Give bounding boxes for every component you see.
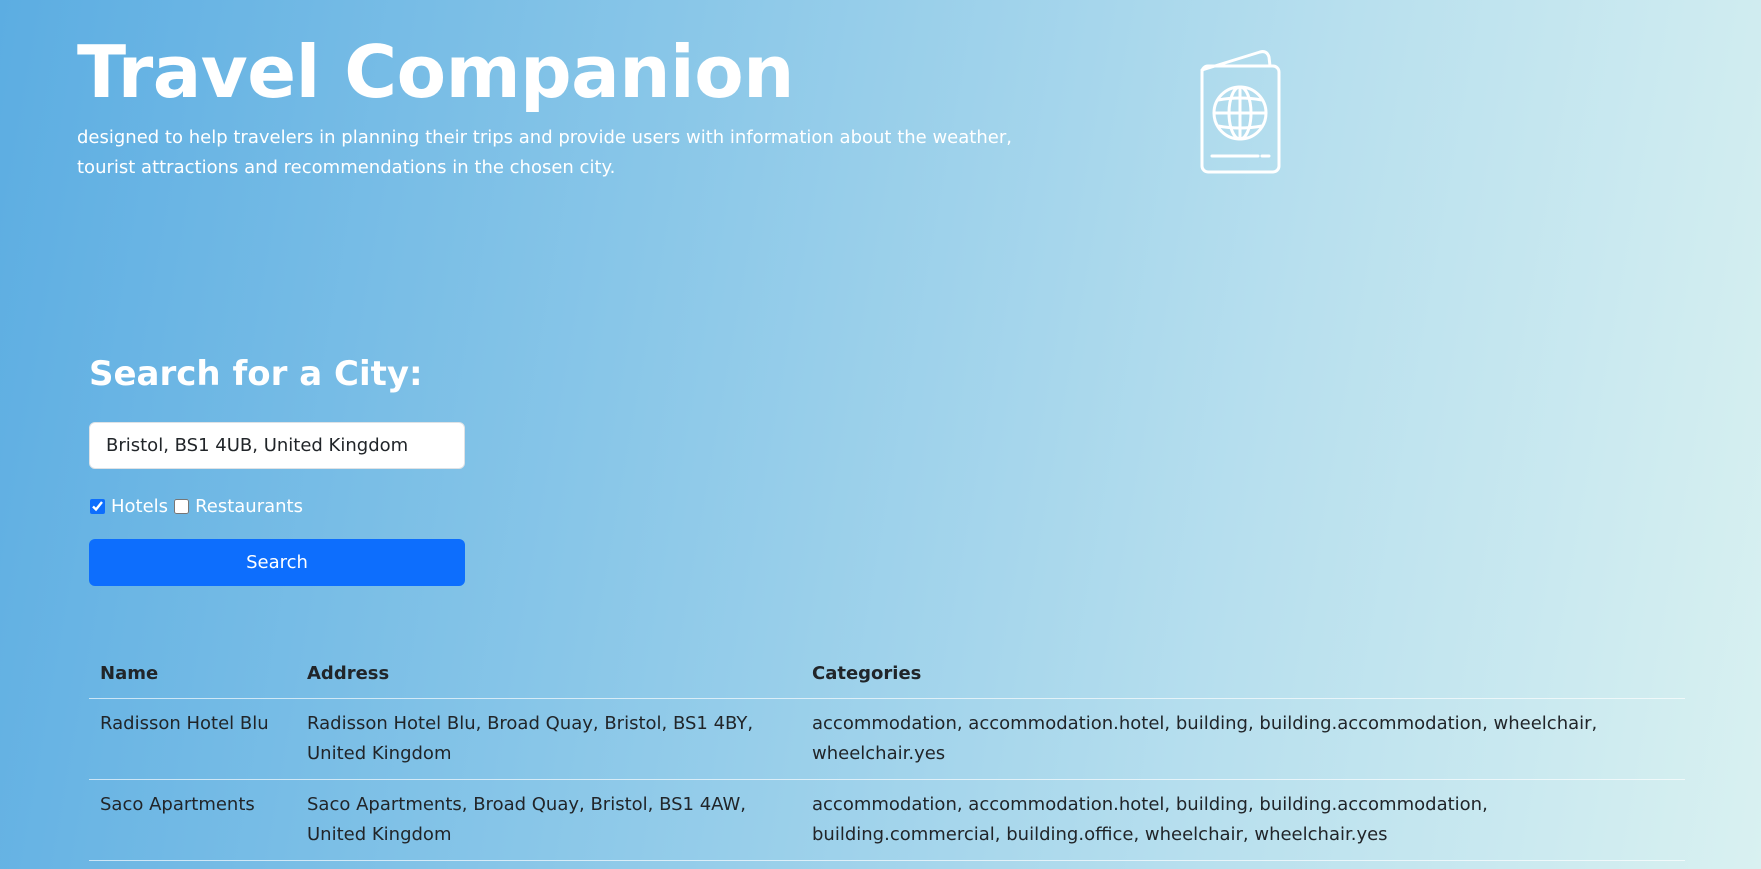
results-table: Name Address Categories Radisson Hotel B… bbox=[89, 652, 1685, 861]
table-row: Radisson Hotel Blu Radisson Hotel Blu, B… bbox=[89, 698, 1685, 780]
column-header-name: Name bbox=[89, 652, 296, 699]
page-subtitle: designed to help travelers in planning t… bbox=[77, 127, 1012, 178]
cell-categories: accommodation, accommodation.hotel, buil… bbox=[801, 698, 1685, 780]
page-title: Travel Companion bbox=[77, 30, 794, 114]
cell-address: Radisson Hotel Blu, Broad Quay, Bristol,… bbox=[296, 698, 801, 780]
table-header-row: Name Address Categories bbox=[89, 652, 1685, 699]
search-button[interactable]: Search bbox=[89, 539, 465, 586]
column-header-categories: Categories bbox=[801, 652, 1685, 699]
cell-name: Radisson Hotel Blu bbox=[89, 698, 296, 780]
category-filters: Hotels Restaurants bbox=[89, 492, 308, 520]
cell-name: Saco Apartments bbox=[89, 779, 296, 861]
column-header-address: Address bbox=[296, 652, 801, 699]
hotels-checkbox[interactable] bbox=[90, 498, 105, 514]
city-search-input[interactable] bbox=[89, 422, 465, 469]
restaurants-checkbox[interactable] bbox=[174, 498, 190, 514]
table-row: Saco Apartments Saco Apartments, Broad Q… bbox=[89, 779, 1685, 861]
passport-icon bbox=[1200, 50, 1281, 174]
search-heading: Search for a City: bbox=[89, 354, 423, 394]
cell-categories: accommodation, accommodation.hotel, buil… bbox=[801, 779, 1685, 861]
hotels-label[interactable]: Hotels bbox=[111, 496, 168, 517]
cell-address: Saco Apartments, Broad Quay, Bristol, BS… bbox=[296, 779, 801, 861]
restaurants-label[interactable]: Restaurants bbox=[195, 496, 303, 517]
